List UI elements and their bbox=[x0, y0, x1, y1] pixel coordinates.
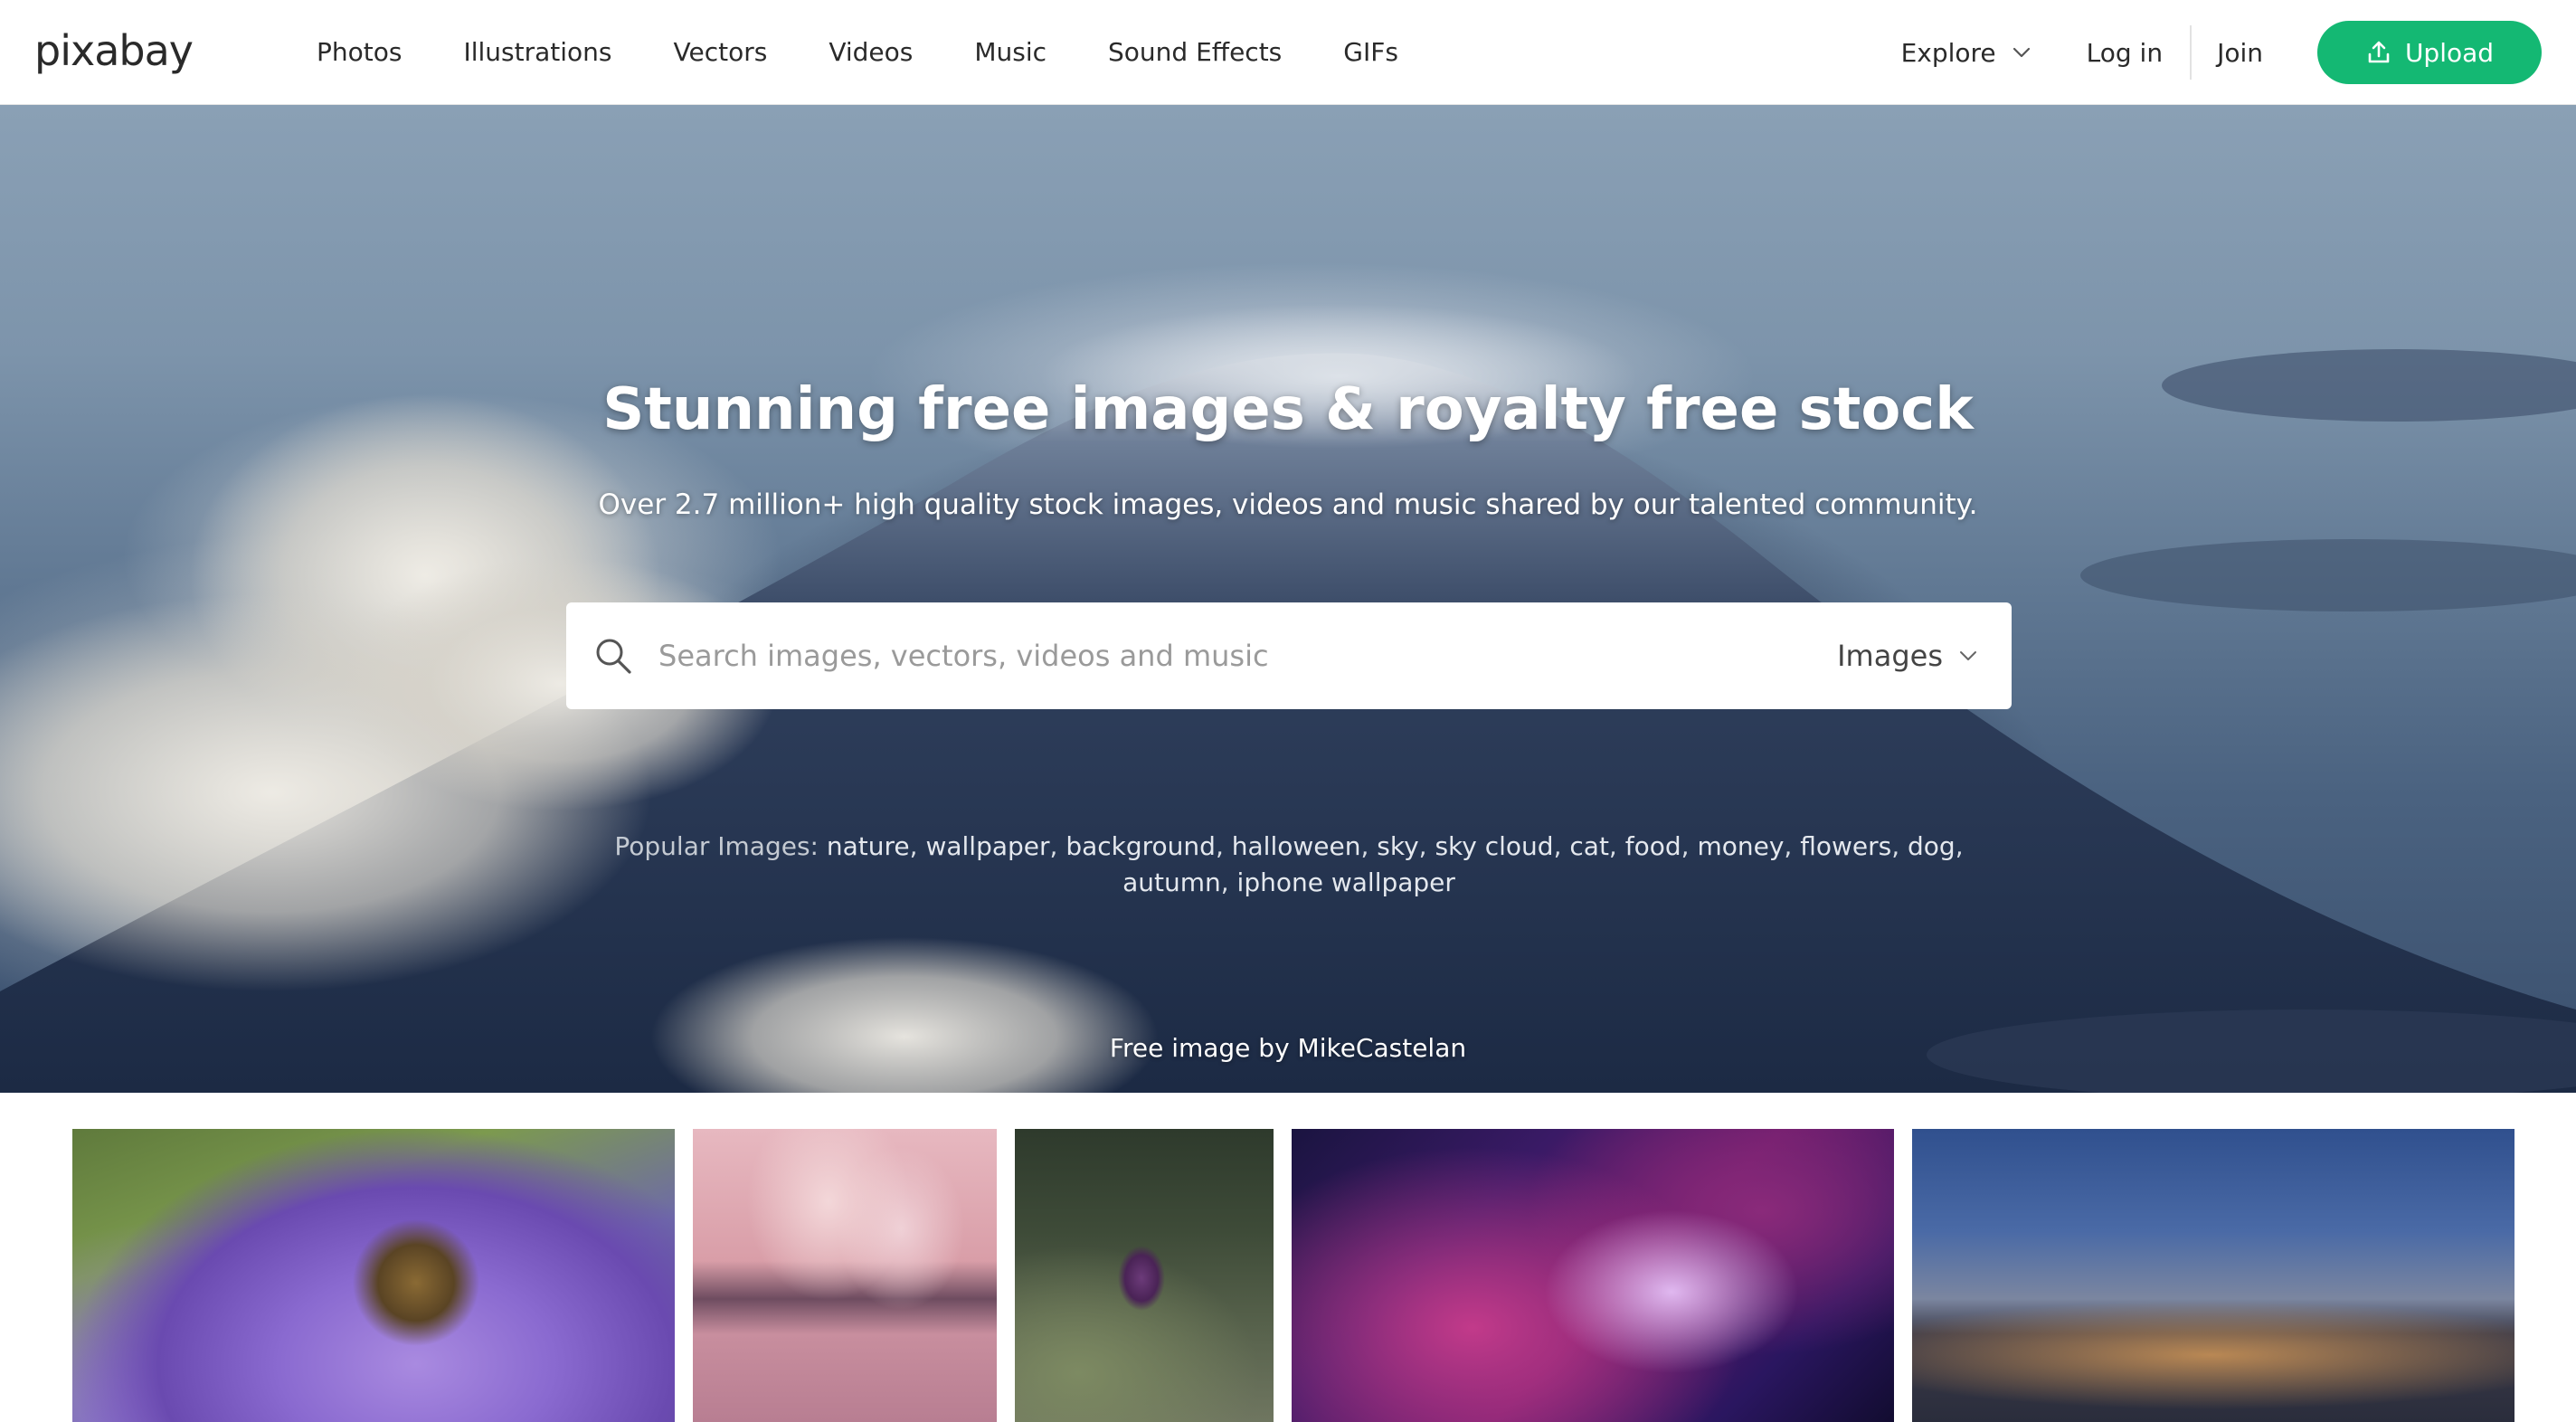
popular-tag[interactable]: background bbox=[1065, 831, 1216, 861]
nav-vectors[interactable]: Vectors bbox=[674, 0, 768, 105]
popular-tag[interactable]: iphone wallpaper bbox=[1237, 867, 1455, 897]
main-nav: Photos Illustrations Vectors Videos Musi… bbox=[317, 0, 1460, 105]
popular-searches: Popular Images: nature, wallpaper, backg… bbox=[614, 831, 1964, 897]
popular-tag[interactable]: cat bbox=[1569, 831, 1609, 861]
gallery-thumb-bee-on-purple-flower[interactable] bbox=[72, 1129, 675, 1422]
nav-gifs[interactable]: GIFs bbox=[1343, 0, 1398, 105]
popular-tag[interactable]: halloween bbox=[1232, 831, 1361, 861]
nav-photos[interactable]: Photos bbox=[317, 0, 402, 105]
popular-tag[interactable]: food bbox=[1625, 831, 1681, 861]
search-icon[interactable] bbox=[593, 636, 633, 676]
gallery-thumb-harbor-dusk[interactable] bbox=[1912, 1129, 2514, 1422]
top-header: pixabay Photos Illustrations Vectors Vid… bbox=[0, 0, 2576, 105]
upload-label: Upload bbox=[2404, 37, 2495, 68]
hero-title: Stunning free images & royalty free stoc… bbox=[602, 376, 1974, 443]
search-type-label: Images bbox=[1837, 639, 1943, 673]
popular-tag[interactable]: sky bbox=[1377, 831, 1418, 861]
popular-tag[interactable]: nature bbox=[827, 831, 910, 861]
join-link[interactable]: Join bbox=[2217, 38, 2263, 68]
chevron-down-icon bbox=[2012, 47, 2030, 58]
header-actions: Explore Log in Join Upload bbox=[1901, 0, 2542, 105]
hero-subtitle: Over 2.7 million+ high quality stock ima… bbox=[598, 488, 1978, 521]
hero-banner: Stunning free images & royalty free stoc… bbox=[0, 105, 2576, 1093]
popular-tag[interactable]: autumn bbox=[1122, 867, 1221, 897]
popular-tag[interactable]: money bbox=[1697, 831, 1784, 861]
search-bar: Images bbox=[566, 602, 2012, 709]
popular-tag[interactable]: wallpaper bbox=[925, 831, 1049, 861]
explore-label: Explore bbox=[1900, 37, 1996, 68]
gallery-thumb-abstract-crystal[interactable] bbox=[1292, 1129, 1894, 1422]
chevron-down-icon bbox=[1960, 651, 1976, 660]
image-credit[interactable]: Free image by MikeCastelan bbox=[0, 1033, 2576, 1063]
header-divider bbox=[2190, 25, 2192, 80]
image-gallery bbox=[0, 1129, 2576, 1422]
popular-tag[interactable]: sky cloud bbox=[1435, 831, 1553, 861]
search-input[interactable] bbox=[658, 602, 1838, 709]
login-link[interactable]: Log in bbox=[2087, 38, 2163, 68]
popular-label: Popular Images: bbox=[614, 831, 819, 861]
nav-videos[interactable]: Videos bbox=[829, 0, 913, 105]
gallery-thumb-power-plant-smoke[interactable] bbox=[693, 1129, 997, 1422]
nav-illustrations[interactable]: Illustrations bbox=[463, 0, 611, 105]
hero-background-image bbox=[0, 304, 2576, 1093]
upload-button[interactable]: Upload bbox=[2317, 21, 2542, 84]
upload-icon bbox=[2368, 41, 2390, 63]
nav-music[interactable]: Music bbox=[974, 0, 1046, 105]
search-type-dropdown[interactable]: Images bbox=[1837, 639, 1979, 673]
pixabay-logo[interactable]: pixabay bbox=[34, 24, 194, 78]
gallery-thumb-purple-fritillary[interactable] bbox=[1015, 1129, 1274, 1422]
explore-menu[interactable]: Explore bbox=[1901, 38, 2032, 68]
popular-tag[interactable]: flowers bbox=[1800, 831, 1891, 861]
nav-sound-effects[interactable]: Sound Effects bbox=[1108, 0, 1282, 105]
popular-tag[interactable]: dog bbox=[1908, 831, 1956, 861]
